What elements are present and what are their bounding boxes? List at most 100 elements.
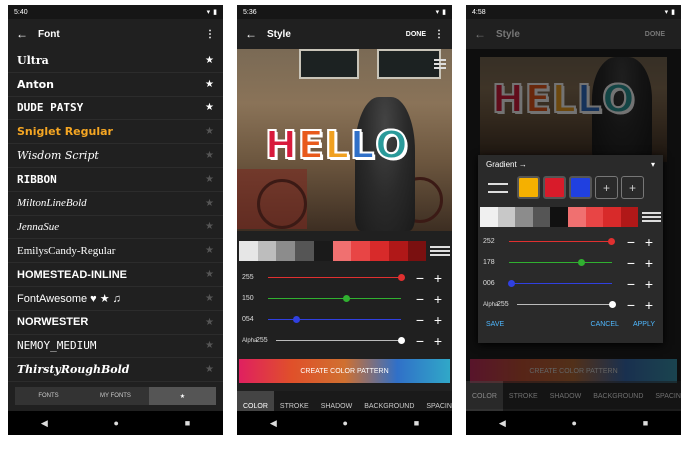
- star-icon[interactable]: ★: [205, 126, 214, 137]
- plus-button[interactable]: +: [429, 270, 447, 286]
- minus-button[interactable]: −: [622, 297, 640, 313]
- slider-knob[interactable]: [398, 337, 405, 344]
- font-row[interactable]: JennaSue ★: [8, 216, 223, 240]
- star-icon[interactable]: ★: [205, 245, 214, 256]
- color-swatch[interactable]: [276, 241, 296, 261]
- back-arrow-icon[interactable]: ←: [474, 27, 496, 41]
- slider-track[interactable]: [268, 274, 405, 281]
- star-icon[interactable]: ★: [205, 221, 214, 232]
- add-preset-button[interactable]: +: [595, 176, 618, 199]
- plus-button[interactable]: +: [640, 234, 658, 250]
- minus-button[interactable]: −: [411, 270, 429, 286]
- star-icon[interactable]: ★: [205, 317, 214, 328]
- color-swatch[interactable]: [515, 207, 533, 227]
- plus-button[interactable]: +: [640, 276, 658, 292]
- create-color-pattern-button[interactable]: CREATE COLOR PATTERN: [470, 359, 677, 383]
- create-color-pattern-button[interactable]: CREATE COLOR PATTERN: [239, 359, 450, 383]
- color-swatch[interactable]: [480, 207, 498, 227]
- font-row[interactable]: Wisdom Script ★: [8, 144, 223, 168]
- slider-track[interactable]: [268, 295, 401, 302]
- slider-knob[interactable]: [293, 316, 301, 323]
- slider-track[interactable]: [268, 316, 401, 323]
- font-row[interactable]: Sniglet Regular ★: [8, 120, 223, 145]
- gradient-header[interactable]: Gradient → ▾: [478, 155, 663, 173]
- nav-back-icon[interactable]: ◀: [41, 418, 48, 429]
- nav-home-icon[interactable]: ●: [572, 418, 577, 428]
- more-options-icon[interactable]: ⋮: [434, 29, 444, 40]
- star-icon[interactable]: ★: [205, 102, 214, 113]
- hello-text[interactable]: HELLO: [264, 122, 409, 168]
- slider-track[interactable]: [509, 259, 612, 266]
- minus-button[interactable]: −: [622, 255, 640, 271]
- preset-color[interactable]: [543, 176, 566, 199]
- nav-back-icon[interactable]: ◀: [499, 418, 506, 429]
- font-row[interactable]: ThirstyRoughBold ★: [8, 358, 223, 383]
- preset-color[interactable]: [517, 176, 540, 199]
- apply-button[interactable]: APPLY: [633, 321, 655, 328]
- color-swatch[interactable]: [407, 241, 427, 261]
- nav-home-icon[interactable]: ●: [114, 418, 119, 428]
- minus-button[interactable]: −: [622, 234, 640, 250]
- color-swatch[interactable]: [370, 241, 389, 261]
- star-icon[interactable]: ★: [205, 79, 214, 90]
- minus-button[interactable]: −: [411, 312, 429, 328]
- color-swatch[interactable]: [313, 241, 333, 261]
- tab-favorites[interactable]: ★: [149, 387, 216, 405]
- back-arrow-icon[interactable]: ←: [16, 27, 38, 41]
- slider-track[interactable]: [276, 337, 405, 344]
- minus-button[interactable]: −: [411, 291, 429, 307]
- nav-back-icon[interactable]: ◀: [270, 418, 277, 429]
- color-swatch[interactable]: [620, 207, 639, 227]
- cancel-button[interactable]: CANCEL: [591, 321, 619, 328]
- tab-background[interactable]: BACKGROUND: [587, 381, 649, 411]
- tab-color[interactable]: COLOR: [466, 381, 503, 411]
- minus-button[interactable]: −: [622, 276, 640, 292]
- slider-track[interactable]: [517, 301, 616, 308]
- star-icon[interactable]: ★: [205, 174, 214, 185]
- color-swatch[interactable]: [239, 241, 258, 261]
- minus-button[interactable]: −: [411, 333, 429, 349]
- nav-home-icon[interactable]: ●: [343, 418, 348, 428]
- menu-icon[interactable]: [434, 59, 446, 69]
- font-row[interactable]: DUDE PATSY ★: [8, 97, 223, 121]
- color-swatch[interactable]: [332, 241, 352, 261]
- slider-knob[interactable]: [508, 280, 516, 287]
- star-icon[interactable]: ★: [205, 340, 214, 351]
- tab-my-fonts[interactable]: MY FONTS: [82, 387, 149, 405]
- font-row[interactable]: Ultra ★: [8, 49, 223, 73]
- save-button[interactable]: SAVE: [486, 321, 504, 328]
- font-row[interactable]: Anton ★: [8, 73, 223, 97]
- color-swatch[interactable]: [497, 207, 516, 227]
- slider-track[interactable]: [509, 238, 615, 245]
- star-icon[interactable]: ★: [205, 269, 214, 280]
- done-button[interactable]: DONE: [645, 31, 665, 38]
- plus-button[interactable]: +: [640, 297, 658, 313]
- star-icon[interactable]: ★: [205, 55, 214, 66]
- font-row[interactable]: NORWESTER ★: [8, 311, 223, 335]
- dropdown-icon[interactable]: ▾: [651, 160, 655, 169]
- color-swatch[interactable]: [568, 207, 586, 227]
- nav-recents-icon[interactable]: ■: [185, 418, 190, 428]
- star-icon[interactable]: ★: [205, 150, 214, 161]
- more-options-icon[interactable]: ⋮: [205, 29, 215, 40]
- color-swatch[interactable]: [257, 241, 277, 261]
- font-row[interactable]: RIBBON ★: [8, 168, 223, 192]
- preset-color[interactable]: [569, 176, 592, 199]
- tab-shadow[interactable]: SHADOW: [544, 381, 588, 411]
- plus-button[interactable]: +: [429, 291, 447, 307]
- add-preset-button[interactable]: +: [621, 176, 644, 199]
- tab-fonts[interactable]: FONTS: [15, 387, 82, 405]
- menu-icon[interactable]: [642, 212, 662, 222]
- plus-button[interactable]: +: [429, 312, 447, 328]
- font-row[interactable]: HOMESTEAD-INLINE ★: [8, 263, 223, 287]
- star-icon[interactable]: ★: [205, 364, 214, 375]
- nav-recents-icon[interactable]: ■: [414, 418, 419, 428]
- done-button[interactable]: DONE: [406, 31, 426, 38]
- slider-knob[interactable]: [398, 274, 405, 281]
- font-row[interactable]: MiltonLineBold ★: [8, 192, 223, 216]
- menu-icon[interactable]: [430, 246, 451, 256]
- back-arrow-icon[interactable]: ←: [245, 27, 267, 41]
- font-row[interactable]: EmilysCandy-Regular ★: [8, 239, 223, 264]
- slider-track[interactable]: [508, 280, 612, 287]
- font-row[interactable]: FontAwesome ♥ ★ ♫ ★: [8, 287, 223, 311]
